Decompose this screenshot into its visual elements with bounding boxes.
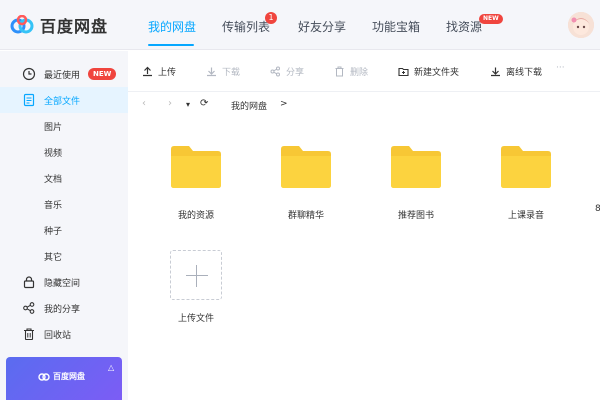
tab-transfer-list[interactable]: 传输列表 xyxy=(222,18,270,35)
promo-collapse-icon[interactable]: △ xyxy=(108,363,114,372)
sidebar-item-label: 回收站 xyxy=(44,331,72,341)
sidebar-item-label: 种子 xyxy=(44,227,63,237)
folder-icon xyxy=(281,146,331,188)
new-badge: NEW xyxy=(88,68,117,80)
share-icon xyxy=(270,66,280,77)
sidebar: 最近使用 NEW 全部文件 图片 视频 文档 音乐 种子 其它 隐藏空间 我的分… xyxy=(0,51,128,400)
promo-logo-text: 百度网盘 xyxy=(53,372,85,381)
new-folder-button[interactable]: 新建文件夹 xyxy=(398,65,459,78)
sidebar-item-all-files[interactable]: 全部文件 xyxy=(0,87,128,113)
forward-icon[interactable]: › xyxy=(168,98,172,109)
sidebar-item-videos[interactable]: 视频 xyxy=(0,139,128,165)
sidebar-item-label: 最近使用 xyxy=(44,71,81,81)
sidebar-item-images[interactable]: 图片 xyxy=(0,113,128,139)
sidebar-item-label: 音乐 xyxy=(44,201,63,211)
folder-icon xyxy=(171,146,221,188)
offline-download-button[interactable]: 离线下载 xyxy=(490,65,542,78)
download-icon xyxy=(491,67,500,77)
sidebar-item-my-shares[interactable]: 我的分享 xyxy=(0,295,128,321)
document-icon xyxy=(23,93,35,107)
folder-icon xyxy=(501,146,551,188)
sidebar-item-label: 我的分享 xyxy=(44,305,81,315)
lock-icon xyxy=(23,276,35,289)
avatar-image-icon xyxy=(568,12,594,38)
share-label: 分享 xyxy=(286,68,305,78)
sidebar-item-music[interactable]: 音乐 xyxy=(0,191,128,217)
transfer-count-badge: 1 xyxy=(265,12,277,24)
tab-my-drive[interactable]: 我的网盘 xyxy=(148,18,196,35)
file-item[interactable]: 上课录音 xyxy=(481,146,571,236)
plus-icon-vertical xyxy=(196,265,197,287)
back-icon[interactable]: ‹ xyxy=(142,98,146,109)
sidebar-item-recycle-bin[interactable]: 回收站 xyxy=(0,321,128,347)
share-button[interactable]: 分享 xyxy=(270,65,304,78)
refresh-icon[interactable]: ⟳ xyxy=(200,98,208,109)
file-item[interactable]: 我的资源 xyxy=(151,146,241,236)
sidebar-item-label: 全部文件 xyxy=(44,97,81,107)
breadcrumb-separator: > xyxy=(280,99,288,109)
upload-file-tile[interactable] xyxy=(170,250,222,300)
path-bar: ‹ › ▾ ⟳ 我的网盘 > xyxy=(128,92,600,120)
trash-icon xyxy=(335,66,344,77)
folder-icon xyxy=(391,146,441,188)
sidebar-item-label: 图片 xyxy=(44,123,63,133)
promo-logo: 百度网盘 xyxy=(38,371,85,382)
avatar[interactable] xyxy=(568,12,594,38)
upload-button[interactable]: 上传 xyxy=(142,65,176,78)
trash-icon xyxy=(24,328,34,341)
tab-toolbox[interactable]: 功能宝箱 xyxy=(372,18,420,35)
plus-icon xyxy=(186,275,208,276)
sidebar-item-label: 视频 xyxy=(44,149,63,159)
download-icon xyxy=(207,67,216,77)
app-name: 百度网盘 xyxy=(40,17,109,36)
sidebar-item-recent[interactable]: 最近使用 NEW xyxy=(0,61,128,87)
file-item[interactable]: 推荐图书 xyxy=(371,146,461,236)
download-button[interactable]: 下载 xyxy=(206,65,240,78)
download-label: 下载 xyxy=(222,68,241,78)
cloud-logo-icon xyxy=(38,373,50,381)
clock-icon xyxy=(22,67,36,81)
new-badge: NEW xyxy=(479,14,503,24)
upload-icon xyxy=(143,66,152,77)
more-menu-icon[interactable]: ··· xyxy=(556,63,565,73)
history-dropdown-icon[interactable]: ▾ xyxy=(186,100,190,109)
active-tab-indicator xyxy=(148,44,194,46)
upload-file-label: 上传文件 xyxy=(177,314,214,324)
file-name: 推荐图书 xyxy=(397,211,434,221)
file-name: 我的资源 xyxy=(177,211,214,221)
new-folder-label: 新建文件夹 xyxy=(414,68,460,78)
cloud-logo-icon xyxy=(10,15,34,34)
sidebar-item-label: 文档 xyxy=(44,175,63,185)
file-name: 群聊精华 xyxy=(287,211,324,221)
breadcrumb-root[interactable]: 我的网盘 xyxy=(231,99,267,112)
sidebar-item-label: 其它 xyxy=(44,253,63,263)
top-bar: 百度网盘 我的网盘 传输列表 1 好友分享 功能宝箱 找资源 NEW xyxy=(0,0,600,50)
sidebar-item-torrents[interactable]: 种子 xyxy=(0,217,128,243)
add-folder-icon xyxy=(398,67,409,77)
tab-friend-share[interactable]: 好友分享 xyxy=(298,18,346,35)
clipped-file-name: 8 xyxy=(595,204,600,214)
upload-label: 上传 xyxy=(158,68,177,78)
app-logo[interactable]: 百度网盘 xyxy=(10,13,108,37)
delete-label: 删除 xyxy=(350,68,369,78)
sidebar-item-documents[interactable]: 文档 xyxy=(0,165,128,191)
sidebar-item-hidden-space[interactable]: 隐藏空间 xyxy=(0,269,128,295)
file-name: 上课录音 xyxy=(507,211,544,221)
tab-find-resources[interactable]: 找资源 xyxy=(446,18,482,35)
sidebar-item-other[interactable]: 其它 xyxy=(0,243,128,269)
share-icon xyxy=(23,302,35,314)
file-item[interactable]: 群聊精华 xyxy=(261,146,351,236)
promo-banner[interactable]: 百度网盘 △ xyxy=(6,357,122,400)
offline-download-label: 离线下载 xyxy=(506,68,543,78)
sidebar-item-label: 隐藏空间 xyxy=(44,279,81,289)
toolbar: 上传 下载 分享 删除 新建文件夹 离线下载 ··· xyxy=(128,51,600,92)
delete-button[interactable]: 删除 xyxy=(334,65,368,78)
